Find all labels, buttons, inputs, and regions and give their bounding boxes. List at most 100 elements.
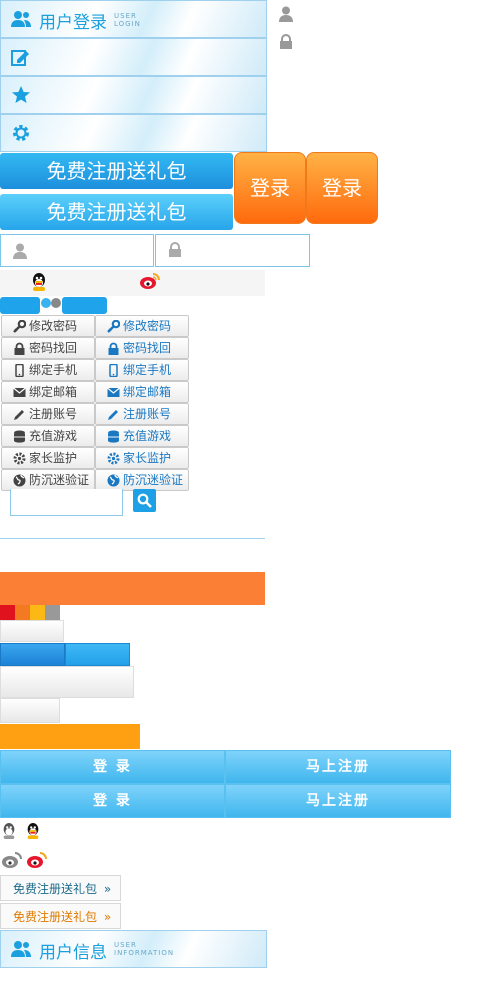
qq-icon[interactable] xyxy=(30,272,48,292)
info-header-en-1: USER xyxy=(114,941,137,949)
gift-link-1[interactable]: 免费注册送礼包 » xyxy=(0,875,121,901)
gift-link-1-label: 免费注册送礼包 xyxy=(13,882,98,896)
action-button-label: 家长监护 xyxy=(123,451,172,465)
double-chevron-icon: » xyxy=(103,882,112,896)
swatch-red xyxy=(0,605,15,620)
action-button-1-blue[interactable]: 修改密码 xyxy=(95,315,189,337)
password-input[interactable] xyxy=(155,234,310,267)
action-button-7-gray[interactable]: 家长监护 xyxy=(1,447,95,469)
qq-color-icon[interactable] xyxy=(25,822,41,840)
login-button-1[interactable]: 登 录 xyxy=(0,750,225,784)
pencil-icon xyxy=(14,410,24,420)
login-header-en-2: LOGIN xyxy=(114,20,141,28)
search-icon xyxy=(137,493,152,508)
key-icon xyxy=(13,320,26,333)
action-button-1-gray[interactable]: 修改密码 xyxy=(1,315,95,337)
info-header-title: 用户信息 xyxy=(39,943,107,963)
weibo-gray-icon[interactable] xyxy=(1,851,23,869)
info-header-panel: 用户信息 USER INFORMATION xyxy=(0,930,267,968)
tab-active-2 xyxy=(65,643,130,666)
tab-bg-1 xyxy=(0,620,64,642)
register-gift-button-1[interactable]: 免费注册送礼包 xyxy=(0,153,233,189)
qq-gray-icon[interactable] xyxy=(1,822,17,840)
action-button-label: 家长监护 xyxy=(29,451,78,465)
database-icon xyxy=(14,430,25,443)
action-button-7-blue[interactable]: 家长监护 xyxy=(95,447,189,469)
action-button-label: 防沉迷验证 xyxy=(123,473,184,487)
action-button-label: 注册账号 xyxy=(29,407,78,421)
action-button-label: 修改密码 xyxy=(29,319,78,333)
phone-icon xyxy=(109,364,118,377)
mail-icon xyxy=(13,387,26,397)
action-button-5-blue[interactable]: 注册账号 xyxy=(95,403,189,425)
weibo-icon[interactable] xyxy=(139,272,161,290)
gift-link-2-label: 免费注册送礼包 xyxy=(13,910,98,924)
register-gift-button-2[interactable]: 免费注册送礼包 xyxy=(0,194,233,230)
lock-icon xyxy=(169,242,181,257)
login-header-en-1: USER xyxy=(114,12,137,20)
action-button-label: 充值游戏 xyxy=(123,429,172,443)
action-button-6-blue[interactable]: 充值游戏 xyxy=(95,425,189,447)
swatch-yellow xyxy=(30,605,45,620)
slide-tab-right[interactable] xyxy=(62,297,107,314)
tab-active-1 xyxy=(0,643,65,666)
slide-tab-left[interactable] xyxy=(0,297,40,314)
favorite-panel xyxy=(0,76,267,114)
settings-panel xyxy=(0,114,267,152)
action-button-2-blue[interactable]: 密码找回 xyxy=(95,337,189,359)
slide-dot-active[interactable] xyxy=(41,298,51,308)
action-button-4-gray[interactable]: 绑定邮箱 xyxy=(1,381,95,403)
register-now-button-2[interactable]: 马上注册 xyxy=(225,784,451,818)
gear-icon xyxy=(13,125,29,141)
action-button-label: 绑定邮箱 xyxy=(123,385,172,399)
database-icon xyxy=(108,430,119,443)
user-gray-icon xyxy=(279,6,293,22)
action-button-6-gray[interactable]: 充值游戏 xyxy=(1,425,95,447)
action-button-2-gray[interactable]: 密码找回 xyxy=(1,337,95,359)
action-button-label: 密码找回 xyxy=(123,341,172,355)
slide-dot[interactable] xyxy=(51,298,61,308)
action-button-label: 注册账号 xyxy=(123,407,172,421)
mail-icon xyxy=(107,387,120,397)
user-icon xyxy=(13,243,27,259)
action-button-label: 充值游戏 xyxy=(29,429,78,443)
action-button-5-gray[interactable]: 注册账号 xyxy=(1,403,95,425)
action-button-8-gray[interactable]: 防沉迷验证 xyxy=(1,469,95,491)
users-icon xyxy=(11,941,31,957)
action-button-label: 绑定邮箱 xyxy=(29,385,78,399)
login-orange-button-2[interactable]: 登录 xyxy=(306,152,378,224)
action-button-label: 修改密码 xyxy=(123,319,172,333)
tab-bg-3 xyxy=(0,698,60,723)
action-button-3-gray[interactable]: 绑定手机 xyxy=(1,359,95,381)
gear-icon xyxy=(107,452,120,465)
search-input[interactable] xyxy=(10,489,123,516)
pencil-icon xyxy=(108,410,118,420)
weibo-color-icon[interactable] xyxy=(26,851,48,869)
login-orange-button-1[interactable]: 登录 xyxy=(234,152,306,224)
gear-icon xyxy=(13,452,26,465)
double-chevron-icon: » xyxy=(103,910,112,924)
lock-icon xyxy=(108,342,119,355)
search-button[interactable] xyxy=(133,489,156,512)
action-button-label: 密码找回 xyxy=(29,341,78,355)
phone-icon xyxy=(15,364,24,377)
login-header-title: 用户登录 xyxy=(39,13,107,33)
edit-panel xyxy=(0,38,267,76)
tab-bg-2 xyxy=(0,666,134,698)
swatch-orange xyxy=(15,605,30,620)
swatch-gray xyxy=(45,605,60,620)
register-now-button-1[interactable]: 马上注册 xyxy=(225,750,451,784)
key-icon xyxy=(107,320,120,333)
action-button-3-blue[interactable]: 绑定手机 xyxy=(95,359,189,381)
globe-icon xyxy=(13,474,26,487)
action-button-label: 绑定手机 xyxy=(29,363,78,377)
action-button-8-blue[interactable]: 防沉迷验证 xyxy=(95,469,189,491)
login-button-2[interactable]: 登 录 xyxy=(0,784,225,818)
action-button-4-blue[interactable]: 绑定邮箱 xyxy=(95,381,189,403)
gift-link-2[interactable]: 免费注册送礼包 » xyxy=(0,903,121,929)
action-button-label: 绑定手机 xyxy=(123,363,172,377)
tab-orange-1 xyxy=(0,724,70,749)
info-header-en-2: INFORMATION xyxy=(114,949,175,957)
username-input[interactable] xyxy=(0,234,154,267)
divider xyxy=(0,538,265,539)
